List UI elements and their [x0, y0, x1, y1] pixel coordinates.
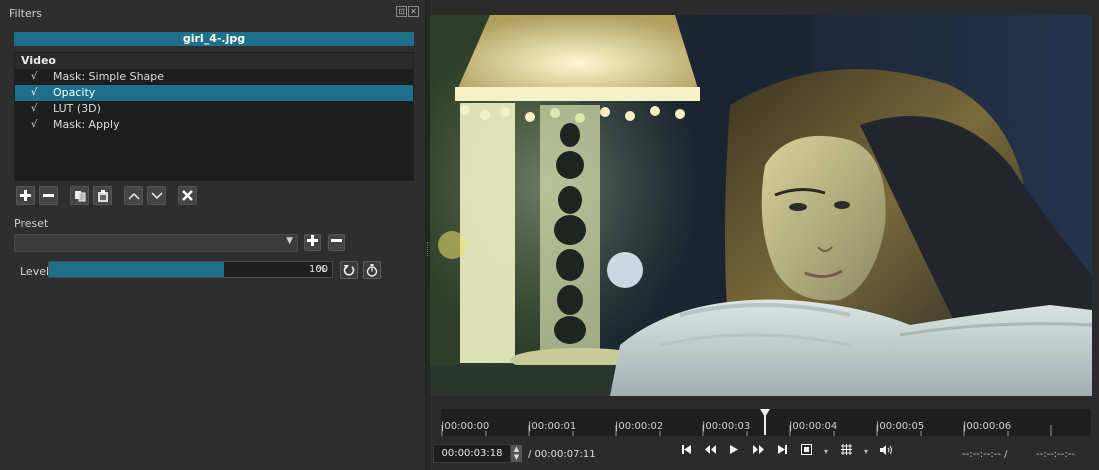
- fit-frame-icon: [800, 444, 812, 455]
- check-icon[interactable]: √: [31, 117, 45, 133]
- plus-icon: [20, 190, 31, 201]
- timeline-ruler[interactable]: |00:00:00 |00:00:01 |00:00:02 |00:00:03 …: [441, 409, 1091, 436]
- play-button[interactable]: [725, 445, 743, 457]
- splitter-handle[interactable]: [427, 242, 429, 256]
- delete-preset-button[interactable]: [328, 234, 345, 251]
- reset-level-button[interactable]: [340, 261, 358, 279]
- tick-label: |00:00:00: [441, 421, 490, 432]
- filter-name: Mask: Apply: [53, 118, 120, 131]
- preview-image: [430, 15, 1092, 396]
- copy-icon: [74, 190, 85, 201]
- tick-label: |00:00:04: [789, 421, 838, 432]
- timecode-position-field[interactable]: 00:00:03:18: [433, 444, 511, 463]
- playhead-line: [764, 410, 766, 435]
- preset-combo[interactable]: ▼: [14, 234, 298, 252]
- rewind-icon: [704, 445, 716, 454]
- check-icon[interactable]: √: [31, 85, 45, 101]
- level-slider[interactable]: 100 %: [48, 261, 333, 278]
- filter-item[interactable]: √ Opacity: [15, 85, 413, 101]
- fast-forward-icon: [752, 445, 764, 454]
- filter-item[interactable]: √ Mask: Apply: [15, 117, 413, 133]
- copy-filter-button[interactable]: [70, 186, 89, 205]
- chevron-down-icon: ▼: [286, 236, 293, 246]
- filter-item[interactable]: √ LUT (3D): [15, 101, 413, 117]
- close-icon[interactable]: ✕: [408, 6, 419, 17]
- deselect-button[interactable]: [178, 186, 197, 205]
- check-icon[interactable]: √: [31, 69, 45, 85]
- tick-label: |00:00:02: [615, 421, 664, 432]
- add-filter-button[interactable]: [16, 186, 35, 205]
- close-icon: [182, 190, 193, 201]
- check-icon[interactable]: √: [31, 101, 45, 117]
- chevron-down-icon: [150, 191, 163, 199]
- keyframe-button[interactable]: [363, 261, 381, 279]
- filter-list[interactable]: Video √ Mask: Simple Shape √ Opacity √ L…: [14, 52, 414, 181]
- volume-icon: [879, 444, 892, 455]
- in-point-label: --:--:--:-- /: [962, 449, 1008, 460]
- video-preview[interactable]: [430, 15, 1092, 396]
- panel-title: Filters: [9, 7, 42, 20]
- list-group-video: Video: [15, 53, 413, 69]
- filter-name: LUT (3D): [53, 102, 101, 115]
- tick-label: |00:00:01: [528, 421, 577, 432]
- paste-filter-button[interactable]: [93, 186, 112, 205]
- play-icon: [730, 445, 738, 454]
- grid-icon: [840, 444, 852, 455]
- reset-icon: [343, 265, 355, 276]
- level-label: Level: [20, 265, 50, 278]
- remove-filter-button[interactable]: [39, 186, 58, 205]
- tick-label: |00:00:06: [963, 421, 1012, 432]
- filter-toolbar: [16, 186, 197, 205]
- out-point-label: --:--:--:--: [1036, 449, 1075, 460]
- skip-start-icon: [681, 445, 691, 454]
- preset-label: Preset: [14, 217, 49, 230]
- grid-button[interactable]: [837, 444, 855, 458]
- level-fill: [49, 262, 225, 277]
- paste-icon: [97, 189, 108, 202]
- undock-icon[interactable]: ⊡: [396, 6, 407, 17]
- stopwatch-icon: [366, 264, 378, 277]
- filter-name: Mask: Simple Shape: [53, 70, 165, 83]
- level-unit: %: [316, 264, 326, 275]
- filter-name: Opacity: [53, 86, 96, 99]
- clip-name: girl_4-.jpg: [14, 32, 414, 46]
- tick-label: |00:00:03: [702, 421, 751, 432]
- minus-icon: [43, 194, 54, 197]
- skip-to-start-button[interactable]: [677, 445, 695, 457]
- timecode-spinner[interactable]: ▲ ▼: [511, 445, 522, 462]
- filters-panel: Filters ⊡ ✕ girl_4-.jpg Video √ Mask: Si…: [0, 0, 426, 470]
- filter-item[interactable]: √ Mask: Simple Shape: [15, 69, 413, 85]
- panel-controls: ⊡ ✕: [396, 6, 419, 17]
- rewind-button[interactable]: [701, 445, 719, 457]
- save-preset-button[interactable]: [304, 234, 321, 251]
- plus-icon: [307, 235, 318, 246]
- grid-dropdown[interactable]: ▾: [861, 447, 871, 456]
- zoom-button[interactable]: [797, 444, 815, 458]
- move-up-button[interactable]: [124, 186, 143, 205]
- volume-button[interactable]: [877, 444, 895, 458]
- skip-end-icon: [777, 445, 787, 454]
- chevron-up-icon: [127, 192, 140, 200]
- duration-label: / 00:00:07:11: [528, 449, 596, 460]
- skip-to-end-button[interactable]: [773, 445, 791, 457]
- transport-controls: ▾ ▾: [677, 444, 895, 458]
- minus-icon: [331, 239, 342, 242]
- fast-forward-button[interactable]: [749, 445, 767, 457]
- tick-label: |00:00:05: [876, 421, 925, 432]
- move-down-button[interactable]: [147, 186, 166, 205]
- zoom-dropdown[interactable]: ▾: [821, 447, 831, 456]
